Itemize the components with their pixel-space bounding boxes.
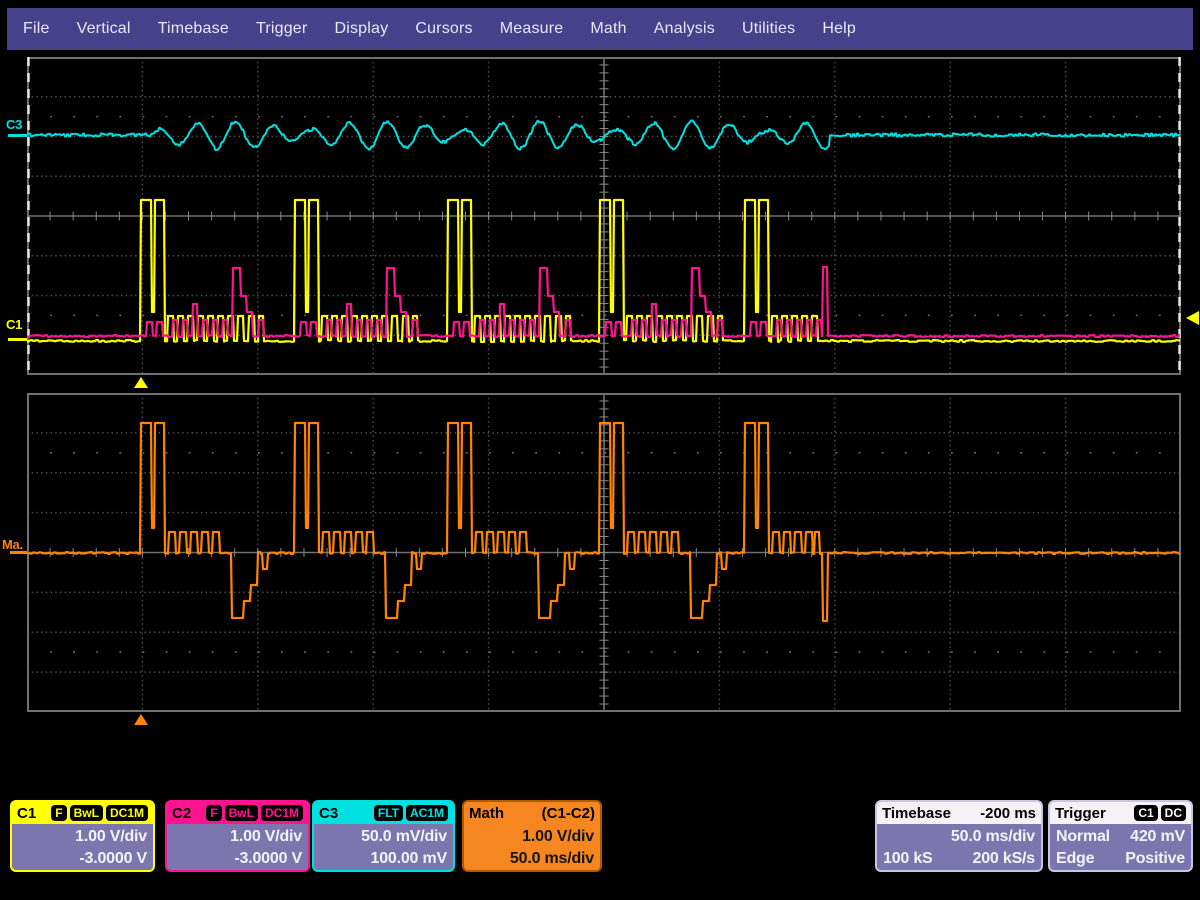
c2-descriptor-box[interactable]: C2 FBwLDC1M 1.00 V/div-3.0000 V: [165, 800, 310, 872]
menu-analysis[interactable]: Analysis: [654, 20, 715, 38]
trigger-mode: Normal: [1056, 826, 1110, 848]
c3-scale: 50.0 mV/div: [320, 826, 447, 848]
trigger-slope: Positive: [1125, 848, 1185, 870]
menu-vertical[interactable]: Vertical: [77, 20, 131, 38]
c2-badge-f: F: [206, 805, 221, 821]
c1-badge-bwl: BwL: [70, 805, 103, 821]
c3-badge-ac1m: AC1M: [406, 805, 448, 821]
c2-badges: FBwLDC1M: [206, 805, 303, 821]
trigger-badges: C1DC: [1134, 805, 1186, 821]
trigger-time-marker-math[interactable]: [134, 714, 148, 725]
c2-badge-bwl: BwL: [225, 805, 258, 821]
trigger-level: 420 mV: [1130, 826, 1185, 848]
c3-trace-label: C3: [6, 117, 22, 132]
c3-offset: 100.00 mV: [320, 848, 447, 870]
oscilloscope-screen: File Vertical Timebase Trigger Display Cursor…: [0, 0, 1200, 900]
c1-trace-label: C1: [6, 317, 22, 332]
menu-measure[interactable]: Measure: [500, 20, 564, 38]
c1-badges: FBwLDC1M: [51, 805, 148, 821]
c1-label: C1: [17, 805, 36, 822]
c1-badge-f: F: [51, 805, 66, 821]
c2-offset: -3.0000 V: [173, 848, 302, 870]
math-scale: 1.00 V/div: [470, 826, 594, 848]
c2-badge-dc1m: DC1M: [261, 805, 303, 821]
trigger-time-marker-top[interactable]: [134, 377, 148, 388]
c1-offset: -3.0000 V: [18, 848, 147, 870]
menu-bar: File Vertical Timebase Trigger Display Cursor…: [7, 8, 1193, 50]
menu-cursors[interactable]: Cursors: [415, 20, 472, 38]
math-offset: 50.0 ms/div: [470, 848, 594, 870]
menu-utilities[interactable]: Utilities: [742, 20, 795, 38]
timebase-header: Timebase -200 ms: [877, 802, 1041, 824]
c3-label: C3: [319, 805, 338, 822]
trigger-title: Trigger: [1055, 805, 1106, 822]
menu-display[interactable]: Display: [334, 20, 388, 38]
timebase-rate: 200 kS/s: [973, 848, 1035, 870]
trigger-type: Edge: [1056, 848, 1094, 870]
timebase-descriptor-box[interactable]: Timebase -200 ms 50.0 ms/div 100 kS 200 …: [875, 800, 1043, 872]
graticule: [27, 57, 1181, 375]
c1-badge-dc1m: DC1M: [106, 805, 148, 821]
math-header: Math (C1-C2): [464, 802, 600, 824]
trigger-badge-c1: C1: [1134, 805, 1157, 821]
math-waveform-grid[interactable]: [27, 393, 1181, 712]
c2-scale: 1.00 V/div: [173, 826, 302, 848]
trigger-descriptor-box[interactable]: Trigger C1DC Normal 420 mV Edge Positive: [1048, 800, 1193, 872]
menu-help[interactable]: Help: [822, 20, 856, 38]
timebase-per-div: 50.0 ms/div: [883, 826, 1035, 848]
c3-badge-flt: FLT: [374, 805, 403, 821]
trigger-header: Trigger C1DC: [1050, 802, 1191, 824]
timebase-title: Timebase: [882, 805, 951, 822]
menu-math[interactable]: Math: [590, 20, 626, 38]
top-waveform-grid[interactable]: [27, 57, 1181, 375]
math-source-expression: (C1-C2): [542, 805, 595, 822]
trigger-level-marker[interactable]: [1186, 311, 1199, 325]
c3-header: C3 FLTAC1M: [314, 802, 453, 824]
math-descriptor-box[interactable]: Math (C1-C2) 1.00 V/div50.0 ms/div: [462, 800, 602, 872]
c1-header: C1 FBwLDC1M: [12, 802, 153, 824]
c3-baseline-stub: [8, 134, 27, 137]
math-label: Math: [469, 805, 504, 822]
c1-baseline-stub: [8, 338, 27, 341]
c1-descriptor-box[interactable]: C1 FBwLDC1M 1.00 V/div-3.0000 V: [10, 800, 155, 872]
math-trace-label: Ma.: [2, 537, 23, 552]
c1-scale: 1.00 V/div: [18, 826, 147, 848]
c3-badges: FLTAC1M: [374, 805, 448, 821]
trigger-badge-dc: DC: [1161, 805, 1186, 821]
math-baseline-stub: [10, 551, 27, 554]
timebase-samples: 100 kS: [883, 848, 933, 870]
menu-file[interactable]: File: [23, 20, 50, 38]
menu-trigger[interactable]: Trigger: [256, 20, 308, 38]
menu-timebase[interactable]: Timebase: [158, 20, 229, 38]
c3-descriptor-box[interactable]: C3 FLTAC1M 50.0 mV/div100.00 mV: [312, 800, 455, 872]
timebase-delay-value: -200 ms: [980, 805, 1036, 822]
c2-header: C2 FBwLDC1M: [167, 802, 308, 824]
c2-label: C2: [172, 805, 191, 822]
